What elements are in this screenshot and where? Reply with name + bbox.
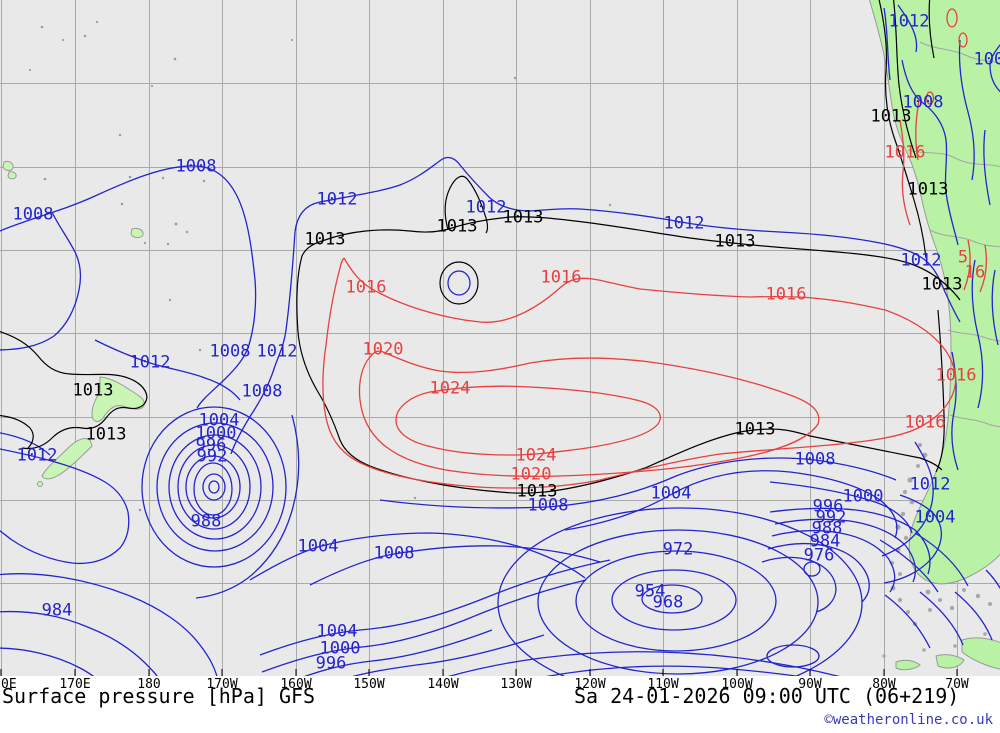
isobar-label-1013: 1013 xyxy=(735,422,776,439)
isobar-label-5: 5 xyxy=(958,250,968,267)
isobar-label-972: 972 xyxy=(663,542,694,559)
isobar-label-1013: 1013 xyxy=(908,182,949,199)
isobar-label-1004: 1004 xyxy=(915,510,956,527)
weather-map-screen: 1008 1008 1012 1012 1012 1012 1008 1012 1008 1012… xyxy=(0,0,1000,733)
isobar-label-1004: 1004 xyxy=(298,539,339,556)
isobar-label-1013: 1013 xyxy=(871,109,912,126)
isobar-label-1016: 1016 xyxy=(766,287,807,304)
map-title: Surface pressure [hPa] GFS xyxy=(2,684,315,708)
isobar-label-1012: 1012 xyxy=(910,477,951,494)
lon-label: 150W xyxy=(353,677,384,692)
isobar-label-1016: 1016 xyxy=(885,145,926,162)
isobar-label-1004: 1004 xyxy=(651,486,692,503)
isobar-label-1000: 1000 xyxy=(843,489,884,506)
isobar-label-1008: 1008 xyxy=(210,344,251,361)
isobar-label-1024: 1024 xyxy=(516,448,557,465)
isobar-label-1016: 1016 xyxy=(905,415,946,432)
isobar-label-1020: 1020 xyxy=(363,342,404,359)
isobar-label-954: 954 xyxy=(635,584,666,601)
map-datetime: Sa 24-01-2026 09:00 UTC (06+219) xyxy=(574,684,959,708)
isobar-label-1008: 1008 xyxy=(374,546,415,563)
isobar-labels-layer: 1008 1008 1012 1012 1012 1012 1008 1012 1008 1012… xyxy=(0,0,1000,676)
isobar-label-1013: 1013 xyxy=(517,484,558,501)
isobar-label-1013: 1013 xyxy=(437,219,478,236)
isobar-label-1012: 1012 xyxy=(17,448,58,465)
isobar-label-1008: 1008 xyxy=(974,52,1000,69)
isobar-label-1012: 1012 xyxy=(257,344,298,361)
isobar-label-1016: 1016 xyxy=(936,368,977,385)
status-bar: 160E170E180170W160W150W140W130W120W110W1… xyxy=(0,676,1000,733)
isobar-label-1008: 1008 xyxy=(795,452,836,469)
isobar-label-988: 988 xyxy=(191,514,222,531)
lon-label: 130W xyxy=(500,677,531,692)
isobar-label-1012: 1012 xyxy=(130,355,171,372)
isobar-label-984: 984 xyxy=(42,603,73,620)
pressure-map: 1008 1008 1012 1012 1012 1012 1008 1012 1008 1012… xyxy=(0,0,1000,676)
isobar-label-1013: 1013 xyxy=(86,427,127,444)
isobar-label-1024: 1024 xyxy=(430,381,471,398)
isobar-label-976: 976 xyxy=(804,548,835,565)
isobar-label-1012: 1012 xyxy=(317,192,358,209)
isobar-label-1008: 1008 xyxy=(13,207,54,224)
isobar-label-1013: 1013 xyxy=(305,232,346,249)
isobar-label-1016: 1016 xyxy=(541,270,582,287)
isobar-label-1013: 1013 xyxy=(503,210,544,227)
lon-label: 140W xyxy=(427,677,458,692)
isobar-label-1016: 1016 xyxy=(346,280,387,297)
isobar-label-1012: 1012 xyxy=(664,216,705,233)
isobar-label-1012: 1012 xyxy=(466,200,507,217)
isobar-label-1008: 1008 xyxy=(242,384,283,401)
isobar-label-1013: 1013 xyxy=(73,383,114,400)
isobar-label-1012: 1012 xyxy=(901,253,942,270)
copyright-link[interactable]: ©weatheronline.co.uk xyxy=(824,712,993,728)
isobar-label-1008: 1008 xyxy=(176,159,217,176)
isobar-label-996: 996 xyxy=(316,656,347,673)
isobar-label-992: 992 xyxy=(197,449,228,466)
isobar-label-1020: 1020 xyxy=(511,467,552,484)
isobar-label-1013: 1013 xyxy=(715,234,756,251)
isobar-label-1012: 1012 xyxy=(889,14,930,31)
isobar-label-1013: 1013 xyxy=(922,277,963,294)
